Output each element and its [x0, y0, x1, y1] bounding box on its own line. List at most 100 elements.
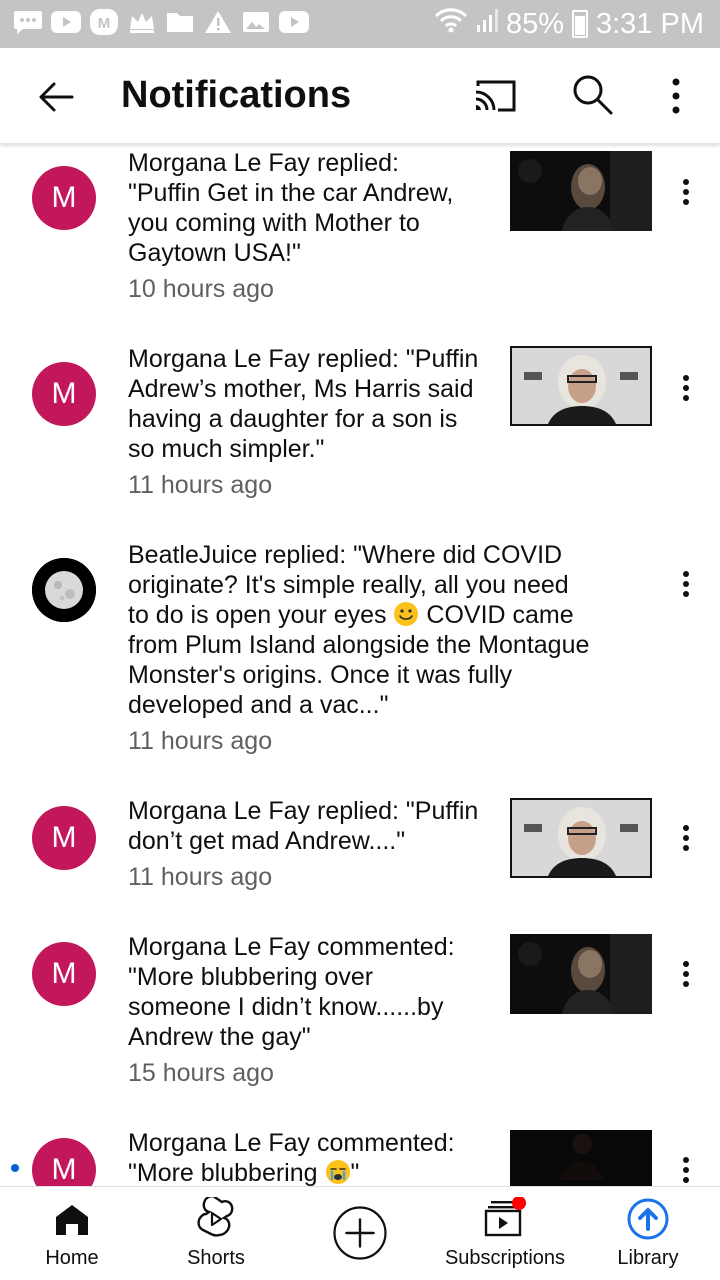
text-line: Morgana Le Fay replied: "Puffin — [128, 797, 479, 825]
grey-haired-man-image — [512, 800, 650, 876]
message-icon — [12, 8, 44, 36]
dark-portrait-image — [510, 151, 652, 231]
notification-item[interactable]: M Morgana Le Fay replied: "Puffin don’t … — [0, 792, 720, 928]
search-button[interactable] — [568, 70, 616, 118]
avatar[interactable]: M — [32, 362, 96, 426]
video-thumbnail[interactable] — [510, 1130, 652, 1186]
notification-text: BeatleJuice replied: "Where did COVID or… — [128, 540, 628, 756]
item-more-button[interactable] — [670, 564, 702, 604]
very-dark-image — [510, 1130, 652, 1186]
video-thumbnail[interactable] — [510, 346, 652, 426]
text-line: "More blubbering — [128, 1159, 318, 1186]
back-button[interactable] — [30, 72, 82, 124]
notification-text: Morgana Le Fay replied: "Puffin Get in t… — [128, 148, 453, 304]
library-icon — [627, 1198, 669, 1240]
notification-item[interactable]: M Morgana Le Fay commented: "More blubbe… — [0, 928, 720, 1124]
clock: 3:31 PM — [596, 7, 704, 40]
text-line: " — [350, 1159, 360, 1186]
text-line: COVID came — [426, 601, 574, 629]
nav-create[interactable] — [320, 1187, 400, 1280]
signal-icon — [476, 7, 498, 41]
moon-icon — [32, 558, 96, 622]
nav-library[interactable]: Library — [598, 1187, 698, 1280]
notification-item[interactable]: M Morgana Le Fay replied: "Puffin Adrew’… — [0, 340, 720, 536]
youtube-icon — [278, 8, 310, 36]
nav-shorts[interactable]: Shorts — [166, 1187, 266, 1280]
cast-icon — [475, 80, 516, 112]
avatar[interactable]: M — [32, 806, 96, 870]
text-line: "Puffin Get in the car Andrew, — [128, 179, 454, 207]
more-vert-icon — [683, 571, 689, 597]
text-line: Morgana Le Fay commented: — [128, 933, 455, 961]
notification-icons: M — [12, 8, 310, 36]
unread-indicator — [11, 1164, 19, 1172]
timestamp: 11 hours ago — [128, 863, 273, 891]
item-more-button[interactable] — [670, 954, 702, 994]
notification-text: Morgana Le Fay commented: "More blubberi… — [128, 932, 455, 1088]
notification-text: Morgana Le Fay commented: "More blubberi… — [128, 1128, 455, 1186]
notification-text: Morgana Le Fay replied: "Puffin don’t ge… — [128, 796, 478, 892]
battery-icon — [572, 10, 588, 38]
search-icon — [573, 75, 613, 115]
notification-item[interactable]: M Morgana Le Fay commented: "More blubbe… — [0, 1124, 720, 1186]
battery-percent: 85% — [505, 7, 564, 40]
text-line: from Plum Island alongside the Montague — [128, 631, 590, 659]
video-thumbnail[interactable] — [510, 934, 652, 1014]
item-more-button[interactable] — [670, 368, 702, 408]
more-vert-icon — [683, 825, 689, 851]
item-more-button[interactable] — [670, 818, 702, 858]
wifi-icon — [434, 7, 468, 41]
avatar[interactable]: M — [32, 166, 96, 230]
notification-item[interactable]: BeatleJuice replied: "Where did COVID or… — [0, 536, 720, 792]
text-line: someone I didn’t know......by — [128, 993, 444, 1021]
timestamp: 15 hours ago — [128, 1059, 274, 1087]
folder-icon — [164, 8, 196, 36]
create-plus-icon — [333, 1206, 387, 1260]
home-icon — [56, 1205, 88, 1235]
notification-item[interactable]: M Morgana Le Fay replied: "Puffin Get in… — [0, 144, 720, 340]
text-line: developed and a vac..." — [128, 691, 389, 719]
shorts-icon — [197, 1197, 234, 1237]
more-vert-icon — [683, 375, 689, 401]
text-line: originate? It's simple really, all you n… — [128, 571, 569, 599]
status-bar: M 85% 3:31 PM — [0, 0, 720, 48]
more-options-button[interactable] — [656, 70, 696, 122]
avatar[interactable]: M — [32, 1138, 96, 1186]
cast-button[interactable] — [472, 74, 520, 118]
nav-label: Library — [617, 1247, 679, 1269]
smile-emoji-icon — [393, 601, 419, 627]
text-line: so much simpler." — [128, 435, 325, 463]
text-line: Adrew’s mother, Ms Harris said — [128, 375, 474, 403]
avatar[interactable]: M — [32, 942, 96, 1006]
notification-list: M Morgana Le Fay replied: "Puffin Get in… — [0, 144, 720, 1186]
app-bar: Notifications — [0, 48, 720, 144]
item-more-button[interactable] — [670, 172, 702, 212]
text-line: "More blubbering over — [128, 963, 374, 991]
text-line: Morgana Le Fay replied: — [128, 149, 399, 177]
text-line: BeatleJuice replied: "Where did COVID — [128, 541, 563, 569]
timestamp: 10 hours ago — [128, 275, 274, 303]
timestamp: 11 hours ago — [128, 727, 273, 755]
nav-label: Shorts — [187, 1247, 245, 1269]
text-line: Monster's origins. Once it was fully — [128, 661, 513, 689]
video-thumbnail[interactable] — [510, 798, 652, 878]
youtube-icon — [50, 8, 82, 36]
avatar[interactable] — [32, 558, 96, 622]
item-more-button[interactable] — [670, 1150, 702, 1186]
svg-text:M: M — [98, 15, 111, 32]
system-status: 85% 3:31 PM — [434, 7, 704, 41]
text-line: don’t get mad Andrew...." — [128, 827, 406, 855]
text-line: Morgana Le Fay commented: — [128, 1129, 455, 1157]
nav-subscriptions[interactable]: Subscriptions — [434, 1187, 576, 1280]
grey-haired-man-image — [512, 348, 650, 424]
text-line: to do is open your eyes — [128, 601, 387, 629]
gallery-icon — [240, 8, 272, 36]
nav-home[interactable]: Home — [22, 1187, 122, 1280]
text-line: you coming with Mother to — [128, 209, 420, 237]
warning-icon — [202, 8, 234, 36]
page-title: Notifications — [121, 74, 352, 116]
bottom-navigation: Home Shorts Subscriptions Library — [0, 1186, 720, 1280]
video-thumbnail[interactable] — [510, 151, 652, 231]
more-vert-icon — [672, 78, 680, 114]
timestamp: 11 hours ago — [128, 471, 273, 499]
